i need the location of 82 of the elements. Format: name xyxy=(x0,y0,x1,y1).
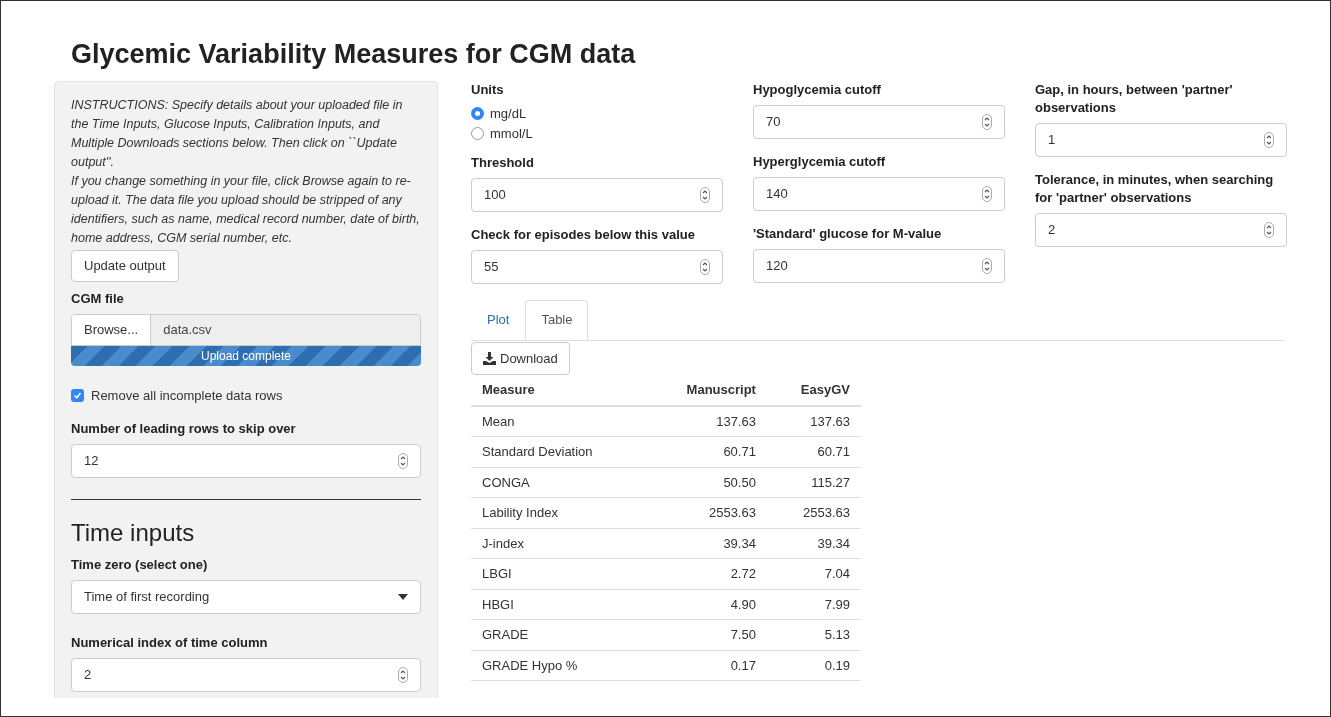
table-cell: 115.27 xyxy=(766,467,861,498)
table-cell: Lability Index xyxy=(471,497,647,528)
number-input-field[interactable]: 55 xyxy=(471,250,723,284)
spinner-icon[interactable] xyxy=(982,258,992,274)
file-field[interactable]: Browse... data.csv xyxy=(71,314,421,346)
number-input-field[interactable]: 100 xyxy=(471,178,723,212)
table-cell: 60.71 xyxy=(766,436,861,467)
table-cell: 4.90 xyxy=(646,589,767,620)
table-cell: 0.17 xyxy=(646,650,767,681)
table-cell: 2553.63 xyxy=(766,497,861,528)
table-cell: 137.63 xyxy=(646,406,767,437)
number-input-field[interactable]: 2 xyxy=(71,657,421,692)
radio-button[interactable] xyxy=(471,107,484,120)
spinner-icon[interactable] xyxy=(398,666,408,683)
table-cell: 7.04 xyxy=(766,558,861,589)
table-cell: 5.13 xyxy=(766,619,861,650)
table-cell: GRADE xyxy=(471,619,647,650)
download-button[interactable]: Download xyxy=(471,342,570,375)
radio-button[interactable] xyxy=(471,127,484,140)
download-icon xyxy=(483,352,496,365)
table-cell: 2.72 xyxy=(646,558,767,589)
field-label: Hyperglycemia cutoff xyxy=(753,153,887,171)
radio-label: mg/dL xyxy=(490,104,527,123)
instructions-text: INSTRUCTIONS: Specify details about your uploaded file in the Time Inputs, Glucose Inputs, Calibration Inputs, and Multiple Downloads sections below. Then click on ``Update output''. xyxy=(71,97,404,171)
table-cell: Standard Deviation xyxy=(471,436,647,467)
field-label: Threshold xyxy=(471,154,535,172)
table-cell: 60.71 xyxy=(646,436,767,467)
checkbox-label: Remove all incomplete data rows xyxy=(91,387,283,405)
table-cell: 39.34 xyxy=(646,528,767,559)
field-label: Numerical index of time column xyxy=(71,633,269,652)
table-cell: GRADE Hypo % xyxy=(471,650,647,681)
spinner-icon[interactable] xyxy=(1264,222,1274,238)
number-input-field[interactable]: 1 xyxy=(1035,123,1287,157)
field-label: Tolerance, in minutes, when searching for 'partner' observations xyxy=(1035,171,1275,207)
table-cell: 39.34 xyxy=(766,528,861,559)
table-cell: 0.19 xyxy=(766,650,861,681)
field-label: Check for episodes below this value xyxy=(471,226,696,244)
upload-progress-bar: Upload complete xyxy=(71,346,421,366)
field-label: 'Standard' glucose for M-value xyxy=(753,225,943,243)
checkbox[interactable] xyxy=(71,389,84,403)
number-input-field[interactable]: 12 xyxy=(71,443,421,478)
spinner-icon[interactable] xyxy=(700,187,710,203)
instructions-text: If you change something in your file, click Browse again to re-upload it. The data file you upload should be stripped of any identifiers, such as name, medical record number, date of birth, home address, CGM serial number, etc. xyxy=(71,173,421,247)
table-cell: 137.63 xyxy=(766,406,861,437)
number-input-field[interactable]: 70 xyxy=(753,105,1005,139)
field-label: Time zero (select one) xyxy=(71,555,209,574)
column-header: EasyGV xyxy=(766,375,861,406)
column-header: Manuscript xyxy=(646,375,767,406)
table-cell: 7.99 xyxy=(766,589,861,620)
section-heading: Time inputs xyxy=(71,517,196,548)
table-cell: 2553.63 xyxy=(646,497,767,528)
update-output-button[interactable]: Update output xyxy=(71,250,179,282)
page-title: Glycemic Variability Measures for CGM data xyxy=(71,38,637,71)
spinner-icon[interactable] xyxy=(700,259,710,275)
table-cell: 7.50 xyxy=(646,619,767,650)
caret-icon xyxy=(398,593,408,600)
field-label: Gap, in hours, between 'partner' observations xyxy=(1035,81,1234,117)
field-label: Hypoglycemia cutoff xyxy=(753,81,882,99)
column-header: Measure xyxy=(471,375,647,406)
field-label: Number of leading rows to skip over xyxy=(71,419,297,438)
number-input-field[interactable]: 2 xyxy=(1035,213,1287,247)
table-cell: HBGI xyxy=(471,589,647,620)
spinner-icon[interactable] xyxy=(982,114,992,130)
field-label: CGM file xyxy=(71,290,125,308)
browse-button[interactable]: Browse... xyxy=(72,315,152,345)
table-cell: CONGA xyxy=(471,467,647,498)
tab[interactable]: Plot xyxy=(471,300,526,340)
radio-label: mmol/L xyxy=(490,124,533,143)
table-cell: 50.50 xyxy=(646,467,767,498)
time-zero-select[interactable]: Time of first recording xyxy=(71,579,421,614)
table-cell: LBGI xyxy=(471,558,647,589)
file-name-display: data.csv xyxy=(151,315,420,345)
number-input-field[interactable]: 140 xyxy=(753,177,1005,211)
checkmark-icon xyxy=(73,391,82,401)
spinner-icon[interactable] xyxy=(1264,132,1274,148)
table-cell: J-index xyxy=(471,528,647,559)
number-input-field[interactable]: 120 xyxy=(753,249,1005,283)
field-label: Units xyxy=(471,81,505,99)
tab[interactable]: Table xyxy=(525,300,589,340)
table-cell: Mean xyxy=(471,406,647,437)
spinner-icon[interactable] xyxy=(398,452,408,469)
spinner-icon[interactable] xyxy=(982,186,992,202)
